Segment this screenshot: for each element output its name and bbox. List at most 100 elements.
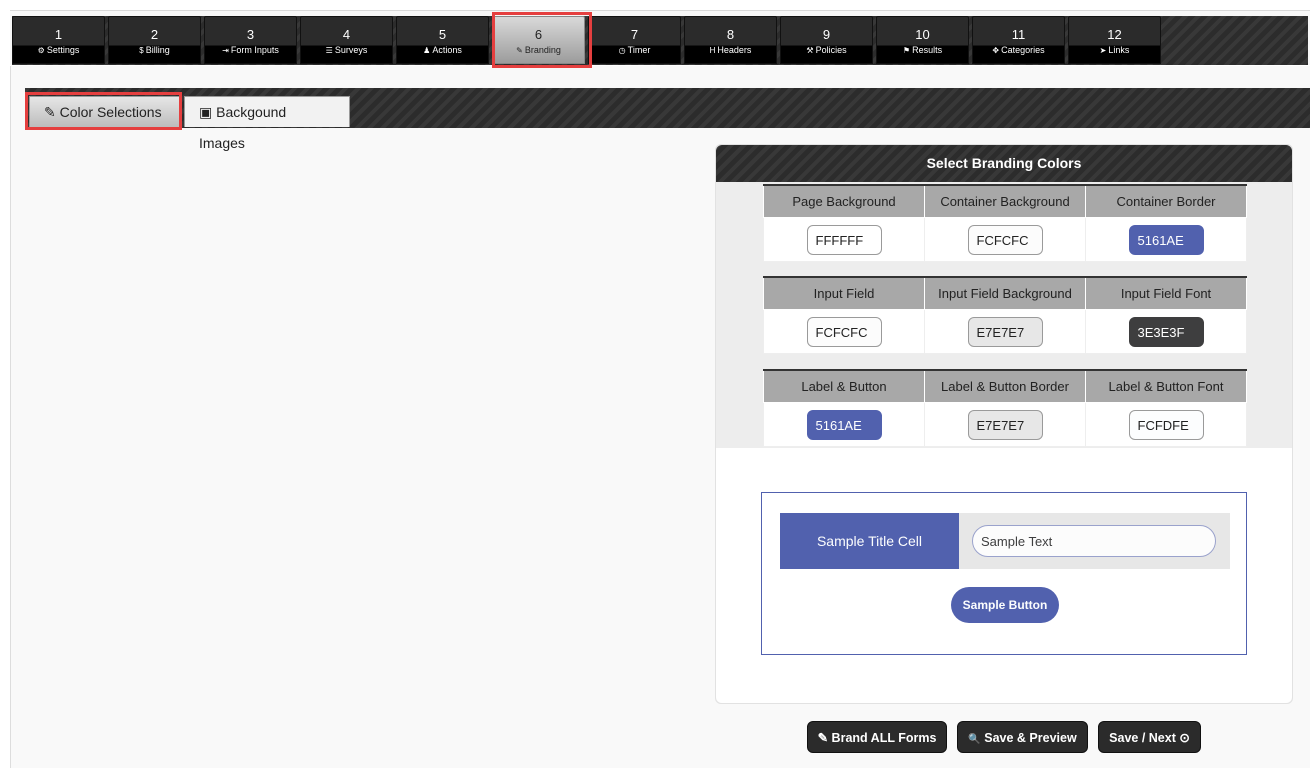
step-label: ♟ Actions — [397, 44, 488, 57]
color-picker-input[interactable]: FCFCFC — [967, 224, 1043, 255]
color-field-label: Input Field Font — [1085, 276, 1247, 310]
step-number: 6 — [534, 27, 543, 42]
step-label-text: Branding — [524, 45, 561, 55]
tab-background-images[interactable]: ▣ Backgound Images — [184, 96, 350, 151]
color-field-cell: 5161AE — [763, 402, 925, 447]
step-tab-actions[interactable]: 5 ♟ Actions — [396, 16, 489, 64]
color-picker-input[interactable]: FFFFFF — [806, 224, 882, 255]
color-field-label: Label & Button Border — [924, 369, 1086, 403]
color-field-cell: FCFCFC — [924, 217, 1086, 262]
color-field-cell: FCFDFE — [1085, 402, 1247, 447]
step-label-text: Timer — [627, 45, 651, 55]
branding-icon: ✎ — [516, 46, 523, 55]
color-field-cell: FFFFFF — [763, 217, 925, 262]
color-field-cell: FCFCFC — [763, 309, 925, 354]
step-number: 2 — [150, 27, 159, 42]
color-field-label: Input Field Background — [924, 276, 1086, 310]
brush-icon: ✎ — [817, 731, 829, 745]
step-label-text: Billing — [145, 45, 170, 55]
step-tab-form-inputs[interactable]: 3 ⇥ Form Inputs — [204, 16, 297, 64]
save-preview-button[interactable]: 🔍 Save & Preview — [957, 721, 1088, 753]
step-label-text: Form Inputs — [230, 45, 279, 55]
color-picker-input[interactable]: E7E7E7 — [967, 316, 1043, 347]
billing-icon: $ — [139, 46, 144, 55]
color-field-cell: 5161AE — [1085, 217, 1247, 262]
step-label: ⚒ Policies — [781, 44, 872, 57]
subtab-bar: ✎ Color Selections ▣ Backgound Images — [25, 88, 1310, 151]
step-tab-surveys[interactable]: 4 ☰ Surveys — [300, 16, 393, 64]
step-tab-billing[interactable]: 2 $ Billing — [108, 16, 201, 64]
step-tab-policies[interactable]: 9 ⚒ Policies — [780, 16, 873, 64]
search-icon: 🔍 — [968, 734, 981, 745]
color-picker-input[interactable]: FCFCFC — [806, 316, 882, 347]
step-label-text: Categories — [1001, 45, 1045, 55]
step-tab-timer[interactable]: 7 ◷ Timer — [588, 16, 681, 64]
tab-label: Color Selections — [59, 104, 162, 120]
step-label: ☰ Surveys — [301, 44, 392, 57]
sample-preview-box: Sample Title Cell Sample Text Sample But… — [761, 492, 1247, 655]
policies-icon: ⚒ — [806, 46, 814, 55]
color-field-label: Page Background — [763, 184, 925, 218]
step-tab-headers[interactable]: 8 H Headers — [684, 16, 777, 64]
step-label-text: Settings — [46, 45, 80, 55]
step-label: ✥ Categories — [973, 44, 1064, 57]
tab-label: Backgound Images — [199, 104, 287, 151]
panel-title: Select Branding Colors — [716, 145, 1292, 182]
step-label: $ Billing — [109, 44, 200, 57]
button-label: Brand ALL Forms — [831, 731, 937, 745]
step-tab-categories[interactable]: 11 ✥ Categories — [972, 16, 1065, 64]
color-group-1: Page Background Container Background Conta… — [763, 184, 1247, 262]
color-field-label: Container Background — [924, 184, 1086, 218]
image-icon: ▣ — [199, 104, 213, 120]
step-bar: 1 ⚙ Settings 2 $ Billing 3 ⇥ Form Inputs 4 ☰ Survey… — [12, 16, 1308, 65]
color-picker-input[interactable]: 3E3E3F — [1128, 316, 1204, 347]
step-label: ⇥ Form Inputs — [205, 44, 296, 57]
step-tab-links[interactable]: 12 ➤ Links — [1068, 16, 1161, 64]
timer-icon: ◷ — [618, 46, 626, 55]
step-label: ➤ Links — [1069, 44, 1160, 57]
step-number: 10 — [915, 27, 930, 42]
step-number: 5 — [438, 27, 447, 42]
main-panel: ✎ Color Selections ▣ Backgound Images Se… — [10, 66, 1310, 768]
step-number: 8 — [726, 27, 735, 42]
button-label: Save / Next — [1109, 731, 1176, 745]
color-field-label: Container Border — [1085, 184, 1247, 218]
step-navigation: 1 ⚙ Settings 2 $ Billing 3 ⇥ Form Inputs 4 ☰ Survey… — [10, 10, 1310, 65]
color-picker-input[interactable]: 5161AE — [1128, 224, 1204, 255]
headers-icon: H — [709, 46, 716, 55]
sample-text-input[interactable]: Sample Text — [972, 525, 1216, 557]
step-number: 11 — [1011, 27, 1026, 42]
categories-icon: ✥ — [992, 46, 1000, 55]
step-label-text: Policies — [815, 45, 847, 55]
step-number: 1 — [54, 27, 63, 42]
arrow-circle-icon: ⊙ — [1179, 731, 1190, 745]
sample-button[interactable]: Sample Button — [951, 587, 1059, 623]
links-icon: ➤ — [1099, 46, 1107, 55]
step-label: ⚙ Settings — [13, 44, 104, 57]
color-picker-input[interactable]: FCFDFE — [1128, 409, 1204, 440]
step-label: H Headers — [685, 44, 776, 57]
brush-icon: ✎ — [44, 104, 56, 120]
step-label: ◷ Timer — [589, 44, 680, 57]
brand-all-forms-button[interactable]: ✎ Brand ALL Forms — [807, 721, 947, 753]
sample-preview-area: Sample Title Cell Sample Text Sample But… — [716, 448, 1292, 703]
step-label-text: Headers — [717, 45, 752, 55]
color-group-3: Label & Button Label & Button Border Label… — [763, 369, 1247, 447]
color-field-cell: E7E7E7 — [924, 402, 1086, 447]
step-number: 12 — [1107, 27, 1122, 42]
sample-row: Sample Title Cell Sample Text — [780, 513, 1230, 569]
color-group-2: Input Field Input Field Background Input F… — [763, 276, 1247, 354]
color-picker-input[interactable]: 5161AE — [806, 409, 882, 440]
save-next-button[interactable]: Save / Next ⊙ — [1098, 721, 1201, 753]
step-tab-results[interactable]: 10 ⚑ Results — [876, 16, 969, 64]
tab-color-selections[interactable]: ✎ Color Selections — [29, 96, 180, 127]
step-tab-branding[interactable]: 6 ✎ Branding — [492, 16, 585, 64]
color-field-cell: E7E7E7 — [924, 309, 1086, 354]
button-label: Save & Preview — [984, 731, 1077, 745]
step-number: 3 — [246, 27, 255, 42]
color-picker-input[interactable]: E7E7E7 — [967, 409, 1043, 440]
step-number: 9 — [822, 27, 831, 42]
branding-colors-panel: Select Branding Colors Page Background Co… — [715, 144, 1293, 704]
step-tab-settings[interactable]: 1 ⚙ Settings — [12, 16, 105, 64]
color-field-cell: 3E3E3F — [1085, 309, 1247, 354]
